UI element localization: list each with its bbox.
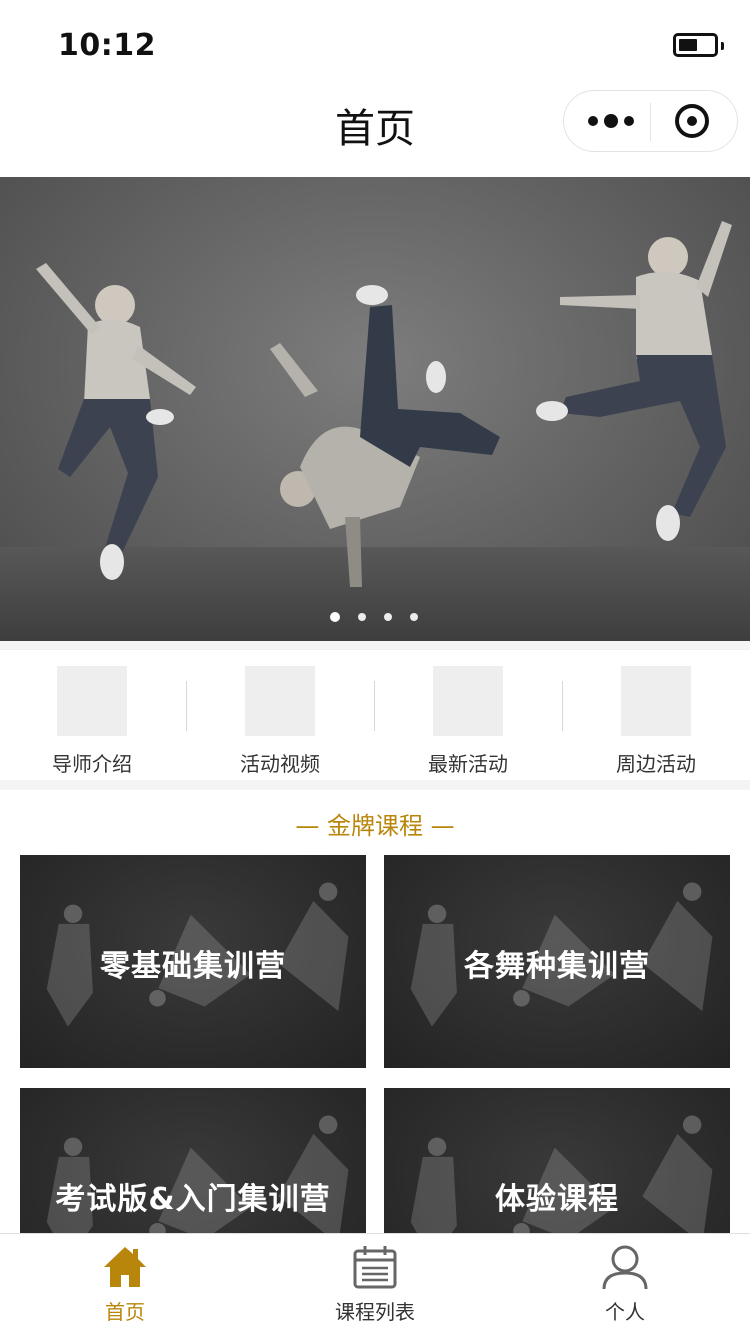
nearby-icon <box>621 666 691 736</box>
quick-item-tutor[interactable]: 导师介绍 <box>0 650 188 781</box>
more-dots-icon[interactable] <box>588 111 634 131</box>
course-card[interactable]: 零基础集训营 <box>20 855 366 1068</box>
course-title: 考试版&入门集训营 <box>55 1182 331 1217</box>
home-icon <box>104 1247 146 1287</box>
quick-item-videos[interactable]: 活动视频 <box>188 650 376 781</box>
activity-icon <box>433 666 503 736</box>
course-title: 各舞种集训营 <box>464 949 650 984</box>
status-time: 10:12 <box>58 28 156 63</box>
tab-profile[interactable]: 个人 <box>500 1234 750 1334</box>
quick-item-label: 最新活动 <box>428 752 508 776</box>
tab-label: 个人 <box>605 1300 645 1324</box>
section-title: — 金牌课程 — <box>295 812 455 840</box>
battery-fill <box>679 39 697 51</box>
course-title: 体验课程 <box>495 1182 619 1217</box>
battery-icon <box>673 33 724 57</box>
target-icon[interactable] <box>675 104 709 138</box>
quick-item-label: 活动视频 <box>240 752 320 776</box>
tutor-icon <box>57 666 127 736</box>
status-bar: 10:12 <box>0 0 750 90</box>
course-title: 零基础集训营 <box>100 949 286 984</box>
carousel-dot[interactable] <box>384 613 392 621</box>
banner-carousel[interactable] <box>0 177 750 641</box>
video-icon <box>245 666 315 736</box>
carousel-dot[interactable] <box>358 613 366 621</box>
person-icon <box>602 1245 648 1290</box>
quick-menu: 导师介绍 活动视频 最新活动 周边活动 <box>0 649 750 780</box>
calendar-icon <box>353 1246 397 1289</box>
tab-label: 首页 <box>105 1300 145 1324</box>
carousel-dot[interactable] <box>330 612 340 622</box>
quick-item-label: 导师介绍 <box>52 752 132 776</box>
banner-image <box>36 221 732 587</box>
course-card[interactable]: 各舞种集训营 <box>384 855 730 1068</box>
tab-bar: 首页 课程列表 个人 <box>0 1233 750 1334</box>
tab-course-list[interactable]: 课程列表 <box>250 1234 500 1334</box>
quick-item-nearby[interactable]: 周边活动 <box>564 650 750 781</box>
carousel-indicators <box>0 612 750 625</box>
quick-item-latest[interactable]: 最新活动 <box>376 650 564 781</box>
quick-item-label: 周边活动 <box>616 752 696 776</box>
tab-home[interactable]: 首页 <box>0 1234 250 1334</box>
tab-label: 课程列表 <box>335 1300 415 1324</box>
mini-program-capsule <box>563 90 738 152</box>
carousel-dot[interactable] <box>410 613 418 621</box>
